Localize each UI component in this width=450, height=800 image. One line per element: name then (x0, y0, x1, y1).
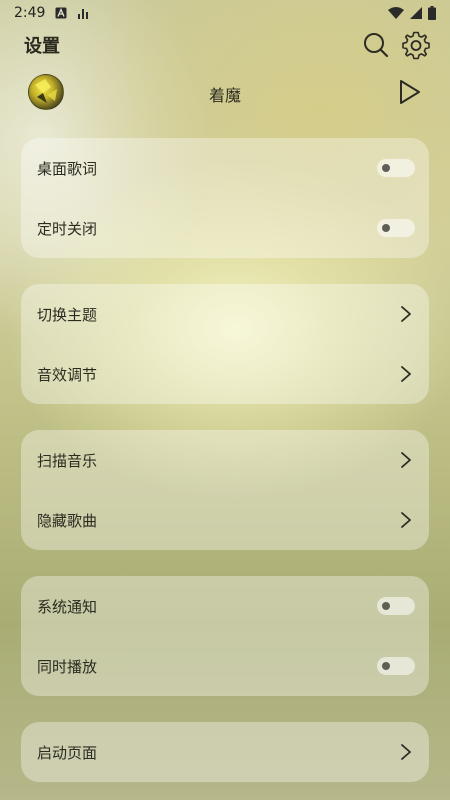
desktop-lyrics-toggle[interactable] (377, 159, 415, 177)
system-notification-row[interactable]: 系统通知 (21, 576, 429, 636)
chevron-right-icon (401, 744, 411, 760)
simultaneous-play-label: 同时播放 (37, 658, 98, 676)
chevron-right-icon (401, 452, 411, 468)
scan-music-row[interactable]: 扫描音乐 (21, 430, 429, 490)
settings-group-4: 系统通知 同时播放 (21, 576, 429, 696)
chevron-right-icon (401, 366, 411, 382)
system-notification-toggle[interactable] (377, 597, 415, 615)
scan-music-label: 扫描音乐 (37, 452, 98, 470)
page-title: 设置 (24, 36, 60, 57)
switch-theme-label: 切换主题 (37, 306, 98, 324)
timer-off-toggle[interactable] (377, 219, 415, 237)
sound-effects-row[interactable]: 音效调节 (21, 344, 429, 404)
notification-a-icon (55, 7, 67, 19)
desktop-lyrics-row[interactable]: 桌面歌词 (21, 138, 429, 198)
chevron-right-icon (401, 512, 411, 528)
toggle-knob (382, 602, 390, 610)
settings-group-3: 扫描音乐 隐藏歌曲 (21, 430, 429, 550)
toggle-knob (382, 662, 390, 670)
timer-off-row[interactable]: 定时关闭 (21, 198, 429, 258)
settings-group-1: 桌面歌词 定时关闭 (21, 138, 429, 258)
simultaneous-play-toggle[interactable] (377, 657, 415, 675)
desktop-lyrics-label: 桌面歌词 (37, 160, 98, 178)
toggle-knob (382, 164, 390, 172)
settings-group-5: 启动页面 (21, 722, 429, 782)
song-title: 着魔 (208, 86, 241, 105)
simultaneous-play-row[interactable]: 同时播放 (21, 636, 429, 696)
header: 设置 (0, 30, 450, 62)
sound-effects-label: 音效调节 (37, 366, 98, 384)
wifi-icon (388, 7, 404, 19)
settings-group-2: 切换主题 音效调节 (21, 284, 429, 404)
now-playing-bar[interactable]: 着魔 (0, 72, 450, 114)
status-time: 2:49 (14, 5, 46, 21)
launch-page-row[interactable]: 启动页面 (21, 722, 429, 782)
search-icon[interactable] (361, 30, 391, 60)
signal-bars-icon (78, 9, 89, 19)
battery-icon (428, 6, 436, 20)
cellular-icon (410, 7, 422, 19)
system-notification-label: 系统通知 (37, 598, 98, 616)
hidden-songs-label: 隐藏歌曲 (37, 512, 98, 530)
play-icon[interactable] (395, 76, 425, 108)
gear-icon[interactable] (401, 30, 431, 60)
switch-theme-row[interactable]: 切换主题 (21, 284, 429, 344)
launch-page-label: 启动页面 (37, 744, 98, 762)
timer-off-label: 定时关闭 (37, 220, 98, 238)
chevron-right-icon (401, 306, 411, 322)
status-right (388, 6, 436, 20)
status-bar: 2:49 (0, 0, 450, 26)
status-left: 2:49 (14, 5, 89, 21)
hidden-songs-row[interactable]: 隐藏歌曲 (21, 490, 429, 550)
toggle-knob (382, 224, 390, 232)
